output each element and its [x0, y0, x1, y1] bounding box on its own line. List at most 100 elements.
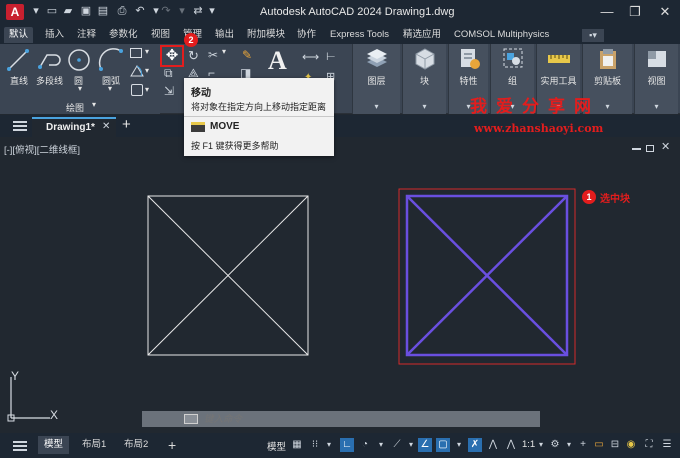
view-label: 视图 — [647, 76, 666, 86]
view-dropdown-icon[interactable]: ▾ — [635, 102, 678, 111]
line-tool-label[interactable]: 直线 — [10, 74, 28, 87]
close-tab-icon[interactable]: ✕ — [102, 121, 110, 132]
add-layout-icon[interactable]: + — [162, 436, 182, 454]
trim-dropdown-icon[interactable]: ▾ — [222, 47, 226, 56]
hatch-dropdown-icon[interactable]: ▾ — [145, 66, 149, 75]
tab-view[interactable]: 视图 — [146, 27, 175, 43]
open-folder-icon[interactable]: ▰ — [62, 5, 74, 17]
rotate-icon[interactable]: ↻ — [188, 48, 199, 64]
save-as-icon[interactable]: ▤ — [97, 5, 109, 17]
draw-panel-label[interactable]: 绘图 — [66, 101, 84, 114]
tab-comsol[interactable]: COMSOL Multiphysics — [449, 27, 554, 43]
ucs-icon — [7, 377, 50, 422]
view-panel[interactable]: 视图 ▾ — [634, 44, 678, 114]
stretch-icon[interactable]: ⇲ — [164, 84, 174, 98]
copy-icon[interactable]: ⧉ — [164, 66, 173, 81]
text-tool-icon[interactable]: A — [268, 46, 287, 76]
selected-block[interactable] — [398, 188, 576, 365]
document-tab[interactable]: Drawing1* ✕ — [32, 117, 116, 137]
dimension-icon[interactable]: ⟷ — [302, 50, 319, 64]
snap-dropdown-icon[interactable]: ▾ — [322, 438, 336, 452]
close-icon[interactable]: ✕ — [652, 3, 678, 21]
scale-dropdown-icon[interactable]: ▾ — [534, 438, 548, 452]
restore-icon[interactable]: ❐ — [622, 3, 648, 21]
tab-insert[interactable]: 插入 — [40, 27, 69, 43]
draw-panel-dropdown-icon[interactable]: ▾ — [92, 100, 96, 109]
object-snap-dropdown-icon[interactable]: ▾ — [452, 438, 466, 452]
region-dropdown-icon[interactable]: ▾ — [145, 85, 149, 94]
polyline-tool-label[interactable]: 多段线 — [36, 74, 63, 87]
object-snap-tracking-icon[interactable]: ∠ — [418, 438, 432, 452]
hamburger-menu-icon[interactable] — [13, 121, 27, 131]
polyline-icon[interactable] — [37, 47, 63, 73]
rectangle-icon[interactable] — [130, 48, 142, 58]
polar-dropdown-icon[interactable]: ▾ — [374, 438, 388, 452]
minimize-icon[interactable]: — — [594, 3, 620, 21]
isodraft-dropdown-icon[interactable]: ▾ — [404, 438, 418, 452]
block-dropdown-icon[interactable]: ▾ — [403, 102, 446, 111]
new-file-icon[interactable]: ▭ — [46, 5, 58, 17]
unselected-block[interactable] — [147, 195, 309, 356]
tab-parametric[interactable]: 参数化 — [104, 27, 143, 43]
ortho-icon[interactable]: ∟ — [340, 438, 354, 452]
command-prompt-icon[interactable] — [184, 414, 198, 424]
linear-dim-icon[interactable]: ⊢ — [326, 50, 336, 63]
circle-icon[interactable] — [66, 47, 92, 73]
isolate-objects-icon[interactable]: ◉ — [624, 438, 638, 452]
tab-addins[interactable]: 附加模块 — [242, 27, 290, 43]
status-menu-icon[interactable] — [13, 441, 27, 451]
command-input[interactable] — [204, 412, 534, 426]
object-snap-icon[interactable]: ▢ — [436, 438, 450, 452]
region-icon[interactable] — [131, 84, 143, 96]
hatch-icon[interactable] — [129, 64, 145, 78]
view-icon — [648, 51, 666, 67]
annotation-visibility-icon[interactable]: ✗ — [468, 438, 482, 452]
redo-dropdown-icon[interactable]: ▾ — [176, 5, 188, 17]
tab-express-tools[interactable]: Express Tools — [325, 27, 394, 43]
tab-collaborate[interactable]: 协作 — [292, 27, 321, 43]
customize-icon[interactable]: ☰ — [660, 438, 674, 452]
arc-icon[interactable] — [98, 47, 124, 73]
tab-featured-apps[interactable]: 精选应用 — [398, 27, 446, 43]
move-icon[interactable]: ✥ — [164, 48, 180, 64]
tab-layout1[interactable]: 布局1 — [76, 436, 112, 454]
workspace-dropdown-icon[interactable]: ▾ — [562, 438, 576, 452]
print-icon[interactable]: ⎙ — [116, 5, 128, 17]
window-title: Autodesk AutoCAD 2024 Drawing1.dwg — [260, 6, 455, 18]
customize-dropdown-icon[interactable]: ▾ — [206, 5, 218, 17]
tab-layout2[interactable]: 布局2 — [118, 436, 154, 454]
snap-icon[interactable]: ⁝⁝ — [308, 438, 322, 452]
quick-properties-icon[interactable]: ⊟ — [608, 438, 622, 452]
tab-default[interactable]: 默认 — [4, 27, 34, 43]
redo-icon[interactable]: ↷ — [160, 5, 172, 17]
erase-icon[interactable]: ✎ — [242, 48, 252, 62]
layers-panel[interactable]: 图层 ▾ — [352, 44, 400, 114]
tab-model[interactable]: 模型 — [38, 436, 70, 454]
block-panel[interactable]: 块 ▾ — [402, 44, 446, 114]
autocad-logo[interactable]: A — [6, 4, 24, 20]
tab-output[interactable]: 输出 — [210, 27, 239, 43]
ribbon-options-icon[interactable]: ▪▾ — [582, 29, 604, 42]
undo-icon[interactable]: ↶ — [134, 5, 146, 17]
isodraft-icon[interactable]: ⟋ — [390, 438, 404, 452]
new-tab-icon[interactable]: + — [122, 116, 131, 133]
annotation-scale-icon[interactable]: ⋀ — [504, 438, 518, 452]
polar-icon[interactable]: ◔ — [358, 438, 372, 452]
trim-icon[interactable]: ✂ — [208, 48, 218, 62]
model-space-label[interactable]: 模型 — [267, 439, 286, 453]
units-icon[interactable]: ▭ — [592, 438, 606, 452]
tab-annotate[interactable]: 注释 — [72, 27, 101, 43]
rectangle-dropdown-icon[interactable]: ▾ — [145, 47, 149, 56]
line-icon[interactable] — [6, 47, 30, 73]
save-icon[interactable]: ▣ — [80, 5, 92, 17]
menu-dropdown-icon[interactable]: ▾ — [30, 5, 42, 17]
circle-dropdown-icon[interactable]: ▾ — [78, 84, 82, 93]
annotation-monitor-icon[interactable]: + — [576, 438, 590, 452]
workspace-gear-icon[interactable]: ⚙ — [548, 438, 562, 452]
grid-icon[interactable]: ▦ — [290, 438, 304, 452]
fullscreen-icon[interactable]: ⛶ — [642, 438, 656, 452]
share-icon[interactable]: ⇄ — [192, 5, 204, 17]
layers-dropdown-icon[interactable]: ▾ — [353, 102, 400, 111]
arc-dropdown-icon[interactable]: ▾ — [108, 84, 112, 93]
annotation-autoscale-icon[interactable]: ⋀ — [486, 438, 500, 452]
